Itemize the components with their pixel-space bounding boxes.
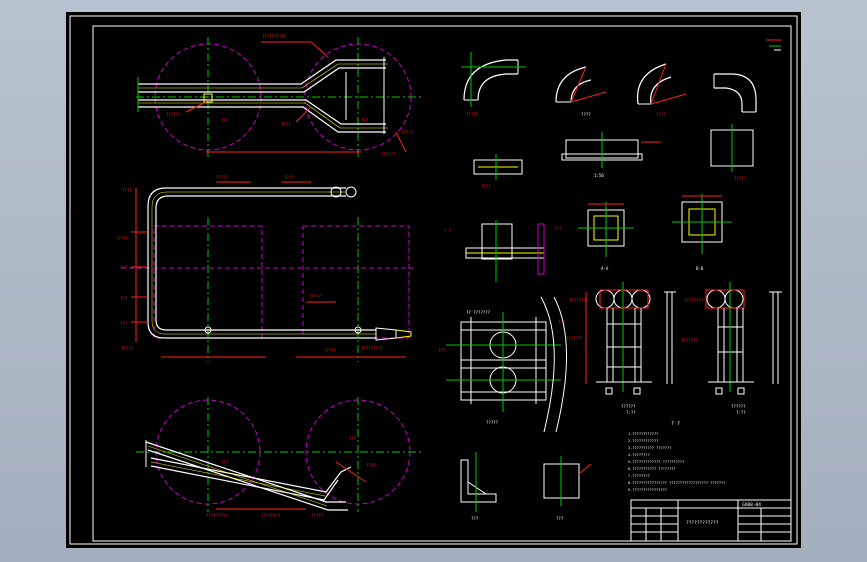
notes-heading: ? ? <box>671 421 680 427</box>
top-plan-view: ?????????? ?????? ???? ????? ?????? ??? … <box>136 34 421 157</box>
outer-frame <box>69 15 798 545</box>
scale-label: 1:50 <box>594 173 604 178</box>
svg-text:???: ??? <box>120 321 128 326</box>
note-line: 5.????????????? ?????????? <box>628 460 684 464</box>
note-line: 7.???????? <box>628 474 650 478</box>
vertical-frame-b: ???????? ??????? ?????? ?:?? <box>681 282 754 415</box>
svg-text:????: ???? <box>122 188 132 193</box>
svg-text:????????: ???????? <box>569 298 589 303</box>
support-details: ???? 1:50 <box>473 132 661 189</box>
svg-text:???: ??? <box>361 118 369 123</box>
note-line: 8.???????????????? ?????????????????? ??… <box>628 481 725 485</box>
note-line: 4.???????? <box>628 453 650 457</box>
drawing-canvas: ?????????? ?????? ???? ????? ?????? ??? … <box>69 15 798 545</box>
svg-text:?????: ????? <box>121 346 134 351</box>
svg-text:?? ???????: ?? ??????? <box>466 310 491 315</box>
svg-text:???: ??? <box>438 348 446 353</box>
middle-elevation-view: ???? ????? ??? ??? ??? ????? ????? ???? … <box>116 175 416 362</box>
svg-text:? ?: ? ? <box>444 228 452 233</box>
note-line: 3.?????????? ??????? <box>628 446 671 450</box>
frame-sections: ? ? ??? ?? ??????? ??? ??? ????? A-A B-B… <box>438 194 782 433</box>
svg-text:?:??: ?:?? <box>736 410 746 415</box>
svg-text:???: ??? <box>554 226 562 231</box>
svg-text:???: ??? <box>221 460 229 465</box>
note-line: 2.???????????? <box>628 439 658 443</box>
corner-tag <box>766 39 781 51</box>
note-line: 9.???????????????? <box>628 488 667 492</box>
drawing-sheet: ?????????? ?????? ???? ????? ?????? ??? … <box>66 12 801 548</box>
section-label-b: B-B <box>696 266 704 271</box>
svg-text:????: ???? <box>366 463 376 468</box>
svg-text:?:??: ?:?? <box>626 410 636 415</box>
vertical-frame-a: ???????? ??????? ?????? ?:?? <box>566 282 652 415</box>
note-line: 1.???????????? <box>628 432 658 436</box>
section-label-a: A-A <box>601 266 609 271</box>
svg-text:????????: ???????? <box>684 298 704 303</box>
svg-text:???: ??? <box>556 516 564 521</box>
note-line: 6.??????????? ???????? <box>628 467 676 471</box>
tank-elevation-right <box>302 225 410 339</box>
svg-text:????: ???? <box>284 175 294 180</box>
svg-text:???: ??? <box>221 118 229 123</box>
svg-text:???: ??? <box>349 436 357 441</box>
drawing-number: GX08-04 <box>742 502 761 508</box>
svg-text:???????: ??????? <box>681 338 698 343</box>
svg-text:????????: ???????? <box>261 513 281 518</box>
title-block: GX08-04 ???????????? <box>630 499 792 542</box>
svg-text:?????: ????? <box>216 175 229 180</box>
cad-viewport[interactable]: ?????????? ?????? ???? ????? ?????? ??? … <box>0 0 867 562</box>
svg-text:?????: ????? <box>324 348 337 353</box>
svg-text:?????: ????? <box>401 130 414 135</box>
svg-text:?????: ????? <box>309 294 322 299</box>
svg-text:?????: ????? <box>466 112 479 117</box>
svg-text:?????: ????? <box>311 513 324 518</box>
svg-text:???: ??? <box>558 320 566 325</box>
drawing-title: ???????????? <box>686 520 719 526</box>
svg-text:??????: ?????? <box>731 404 746 409</box>
svg-text:????: ???? <box>281 122 291 127</box>
svg-text:?????: ????? <box>116 236 129 241</box>
svg-text:???????: ??????? <box>566 336 583 341</box>
svg-text:????: ???? <box>581 112 591 117</box>
technical-notes: ? ? 1.???????????? 2.???????????? 3.????… <box>628 421 725 492</box>
svg-text:????: ???? <box>481 184 491 189</box>
bracket-details: ??? ??? <box>460 452 592 521</box>
svg-text:??????: ?????? <box>166 112 181 117</box>
bottom-plan-view: ????????? ???????? ????? ???? ??? ??? <box>136 397 421 518</box>
svg-text:????: ???? <box>656 112 666 117</box>
elbow-details: ????? ???? ???? ????? <box>461 52 757 181</box>
svg-text:???: ??? <box>471 516 479 521</box>
svg-text:?????????: ????????? <box>206 513 228 518</box>
svg-text:?????: ????? <box>486 420 499 425</box>
svg-text:??????????: ?????????? <box>262 34 287 39</box>
svg-text:???: ??? <box>120 296 128 301</box>
svg-text:??????: ?????? <box>381 152 396 157</box>
svg-text:?????????: ????????? <box>361 346 383 351</box>
svg-text:?????: ????? <box>734 176 747 181</box>
svg-text:???: ??? <box>120 265 128 270</box>
svg-text:??????: ?????? <box>621 404 636 409</box>
pipe-run-top <box>138 59 386 85</box>
